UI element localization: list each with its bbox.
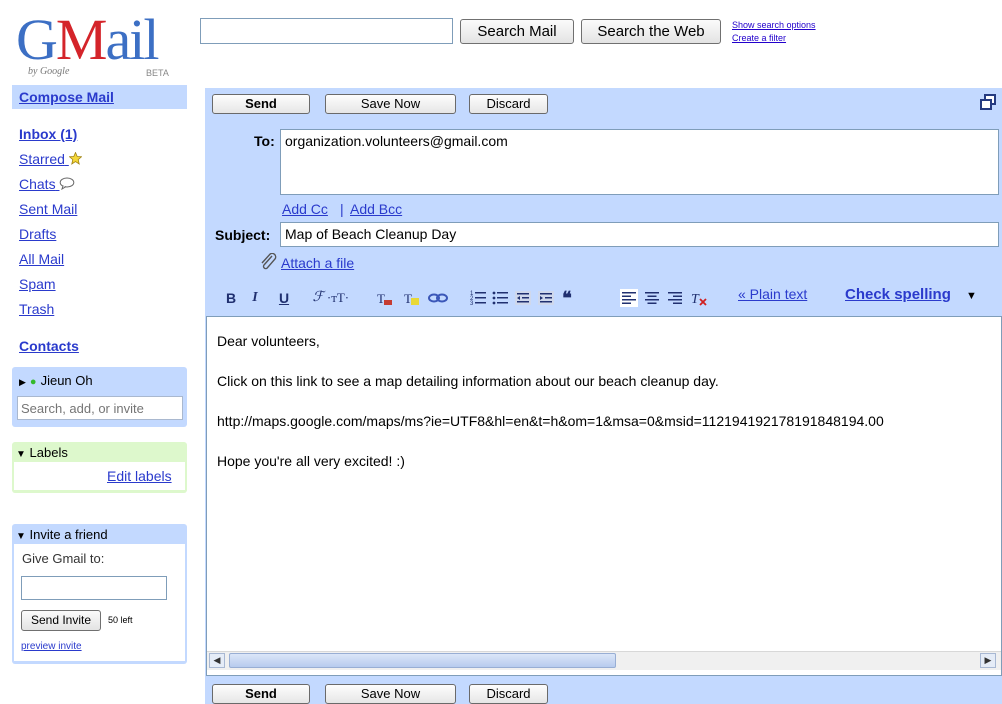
highlight-color-icon[interactable]: T	[403, 289, 421, 307]
edit-labels-link[interactable]: Edit labels	[107, 468, 172, 484]
subject-label: Subject:	[215, 227, 271, 243]
paperclip-icon	[261, 253, 277, 270]
chat-search-input[interactable]	[17, 396, 183, 420]
nav-item-contacts[interactable]: Contacts	[19, 338, 79, 354]
message-body-editor[interactable]	[206, 316, 1002, 676]
blockquote-button[interactable]: ❝	[560, 289, 574, 307]
scroll-right-icon[interactable]: ▶	[980, 653, 996, 668]
send-invite-button[interactable]: Send Invite	[21, 610, 101, 631]
bold-button[interactable]: B	[224, 289, 238, 307]
body-line-url: http://maps.google.com/maps/ms?ie=UTF8&h…	[217, 413, 884, 429]
bulleted-list-icon[interactable]	[492, 289, 510, 307]
check-spelling-link[interactable]: Check spelling	[845, 286, 951, 303]
collapse-arrow-icon: ▼	[16, 449, 26, 460]
nav-item-starred[interactable]: Starred	[19, 151, 83, 167]
spelling-dropdown-icon[interactable]: ▼	[966, 290, 977, 302]
chat-user-name: Jieun Oh	[40, 373, 93, 388]
body-line: Hope you're all very excited! :)	[217, 453, 405, 469]
discard-button-bottom[interactable]: Discard	[469, 684, 548, 704]
plain-text-link[interactable]: « Plain text	[738, 286, 807, 302]
invite-email-input[interactable]	[21, 576, 167, 600]
invites-left-count: 50 left	[108, 615, 133, 625]
svg-text:T: T	[404, 291, 412, 306]
gmail-logo[interactable]: GMail by Google BETA	[12, 8, 182, 86]
create-filter-link[interactable]: Create a filter	[732, 33, 786, 43]
svg-text:T: T	[691, 292, 700, 307]
show-search-options-link[interactable]: Show search options	[732, 20, 816, 30]
outdent-icon[interactable]	[514, 289, 532, 307]
numbered-list-icon[interactable]: 123	[470, 289, 488, 307]
svg-text:T: T	[377, 291, 385, 306]
chat-bubble-icon	[60, 177, 75, 191]
expand-arrow-icon[interactable]: ▶	[19, 377, 26, 387]
search-mail-button[interactable]: Search Mail	[460, 19, 574, 44]
underline-button[interactable]: U	[277, 289, 291, 307]
body-line: Dear volunteers,	[217, 333, 320, 349]
online-status-icon: ●	[29, 376, 37, 388]
chat-user[interactable]: ▶ ● Jieun Oh	[19, 373, 93, 388]
link-icon[interactable]	[428, 289, 448, 307]
font-button[interactable]: ℱ	[311, 289, 325, 307]
search-input[interactable]	[200, 18, 453, 44]
invite-header[interactable]: ▼ Invite a friend	[16, 527, 108, 542]
svg-text:3: 3	[470, 301, 474, 307]
nav-item-chats[interactable]: Chats	[19, 176, 75, 192]
nav-item-label: Starred	[19, 151, 65, 167]
align-right-icon[interactable]	[666, 289, 684, 307]
subject-field[interactable]: Map of Beach Cleanup Day	[280, 222, 999, 247]
nav-item-sent-mail[interactable]: Sent Mail	[19, 201, 77, 217]
to-label: To:	[254, 133, 275, 149]
invite-title: Invite a friend	[29, 527, 108, 542]
collapse-arrow-icon: ▼	[16, 531, 26, 542]
compose-mail-link[interactable]: Compose Mail	[19, 89, 114, 105]
nav-item-inbox[interactable]: Inbox (1)	[19, 126, 77, 142]
to-field[interactable]: organization.volunteers@gmail.com	[280, 129, 999, 195]
scrollbar-thumb[interactable]	[229, 653, 616, 668]
italic-button[interactable]: I	[249, 289, 261, 307]
nav-item-spam[interactable]: Spam	[19, 276, 56, 292]
cc-bcc-separator: |	[340, 201, 344, 217]
preview-invite-link[interactable]: preview invite	[21, 641, 82, 652]
add-bcc-link[interactable]: Add Bcc	[350, 201, 402, 217]
save-now-button[interactable]: Save Now	[325, 94, 456, 114]
body-line: Click on this link to see a map detailin…	[217, 373, 719, 389]
indent-icon[interactable]	[537, 289, 555, 307]
labels-title: Labels	[29, 445, 68, 460]
remove-formatting-icon[interactable]: T	[690, 289, 708, 307]
give-gmail-label: Give Gmail to:	[22, 551, 105, 566]
logo-byline: by Google	[28, 66, 70, 77]
nav-item-all-mail[interactable]: All Mail	[19, 251, 64, 267]
attach-file-link[interactable]: Attach a file	[281, 255, 354, 271]
labels-header[interactable]: ▼ Labels	[16, 445, 68, 460]
save-now-button-bottom[interactable]: Save Now	[325, 684, 456, 704]
nav-item-trash[interactable]: Trash	[19, 301, 54, 317]
nav-item-drafts[interactable]: Drafts	[19, 226, 56, 242]
logo-beta-badge: BETA	[146, 68, 169, 78]
search-web-button[interactable]: Search the Web	[581, 19, 721, 44]
font-size-button[interactable]: ·тT·	[324, 289, 352, 307]
send-button-bottom[interactable]: Send	[212, 684, 310, 704]
text-color-icon[interactable]: T	[376, 289, 394, 307]
star-icon	[68, 151, 83, 165]
nav-item-label: Chats	[19, 176, 56, 192]
send-button[interactable]: Send	[212, 94, 310, 114]
logo-wordmark: GMail	[16, 7, 159, 72]
align-left-icon[interactable]	[620, 289, 638, 307]
align-center-icon[interactable]	[643, 289, 661, 307]
add-cc-link[interactable]: Add Cc	[282, 201, 328, 217]
discard-button[interactable]: Discard	[469, 94, 548, 114]
scroll-left-icon[interactable]: ◀	[209, 653, 225, 668]
popout-icon[interactable]	[979, 93, 997, 111]
